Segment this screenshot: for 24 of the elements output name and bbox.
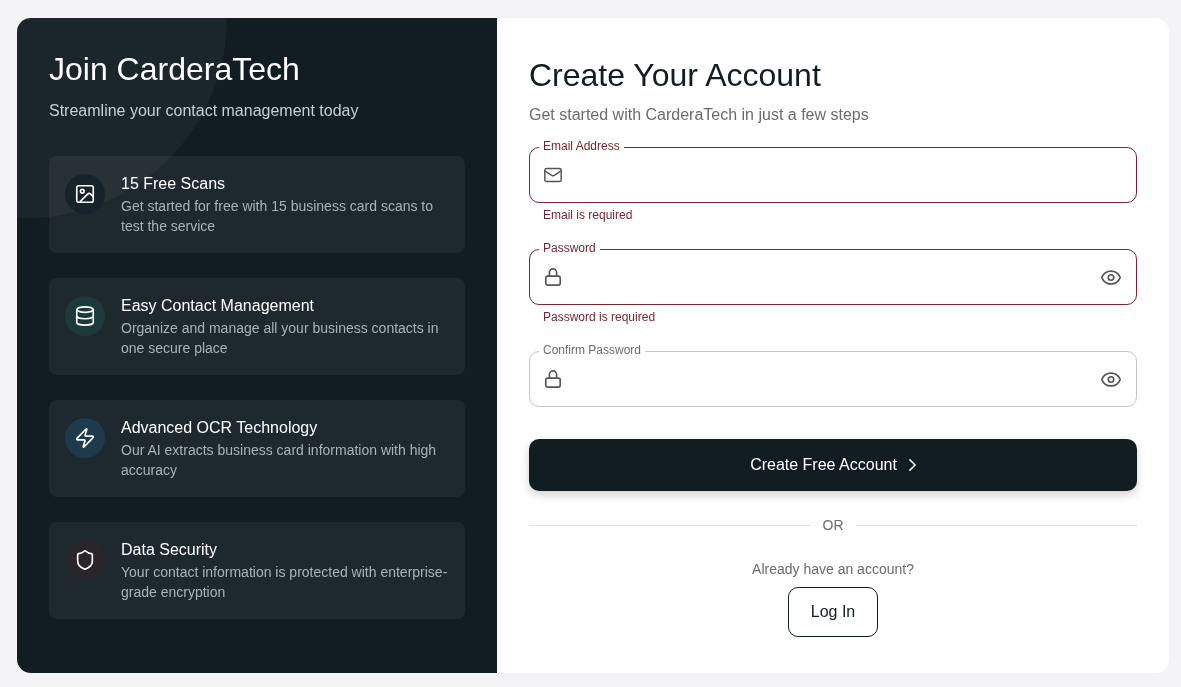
feature-description: Organize and manage all your business contacts in one secure place — [121, 319, 440, 358]
divider-label: OR — [822, 516, 844, 535]
error-message: Email is required — [543, 207, 634, 223]
feature-title: Data Security — [121, 540, 219, 560]
promo-title: Join CarderaTech — [49, 50, 301, 88]
form-subtitle: Get started with CarderaTech in just a few steps — [529, 105, 870, 125]
feature-title: 15 Free Scans — [121, 174, 227, 194]
create-account-button[interactable]: Create Free Account — [529, 439, 1137, 491]
feature-description: Get started for free with 15 business card scans to test the service — [121, 197, 435, 236]
form-title: Create Your Account — [529, 56, 822, 94]
chevron-right-icon — [908, 459, 916, 471]
feature-description: Our AI extracts business card information with high accuracy — [121, 441, 438, 480]
feature-title: Easy Contact Management — [121, 296, 315, 316]
mail-icon — [544, 166, 562, 184]
promo-subtitle: Streamline your contact management today — [49, 101, 360, 121]
feature-title: Advanced OCR Technology — [121, 418, 319, 438]
feature-description: Your contact information is protected with enterprise-grade encryption — [121, 563, 449, 602]
eye-icon[interactable] — [1101, 269, 1121, 285]
lock-icon — [544, 268, 562, 286]
login-button[interactable]: Log In — [787, 587, 879, 637]
lock-icon — [544, 370, 562, 388]
login-prompt: Already have an account? — [751, 560, 915, 579]
error-message: Password is required — [543, 309, 657, 325]
eye-icon[interactable] — [1101, 371, 1121, 387]
